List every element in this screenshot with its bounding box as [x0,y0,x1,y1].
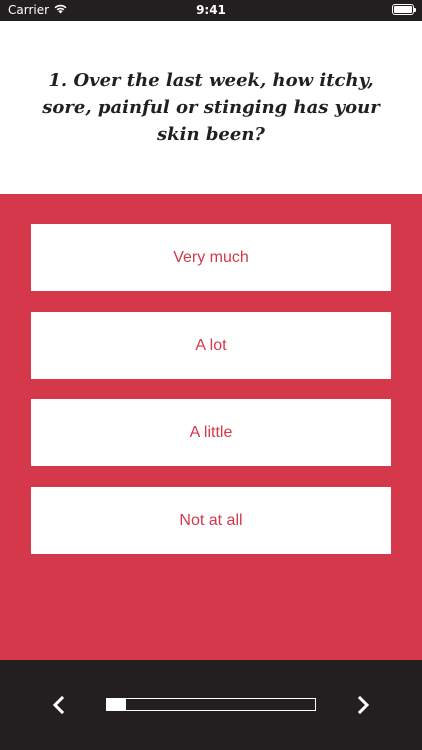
chevron-right-icon [357,695,370,715]
previous-button[interactable] [43,690,73,720]
status-time: 9:41 [196,3,226,17]
progress-bar [106,698,316,711]
question-area: 1. Over the last week, how itchy, sore, … [0,21,422,194]
chevron-left-icon [52,695,65,715]
progress-fill [107,699,126,710]
next-button[interactable] [349,690,379,720]
answer-a-little-button[interactable]: A little [31,399,391,466]
answer-very-much-button[interactable]: Very much [31,224,391,291]
answer-a-lot-button[interactable]: A lot [31,312,391,379]
battery-icon [392,4,416,15]
answers-area: Very much A lot A little Not at all [0,194,422,660]
question-text: 1. Over the last week, how itchy, sore, … [42,70,380,145]
bottom-nav-bar [0,660,422,750]
status-bar: Carrier 9:41 [0,0,422,21]
answer-not-at-all-button[interactable]: Not at all [31,487,391,554]
